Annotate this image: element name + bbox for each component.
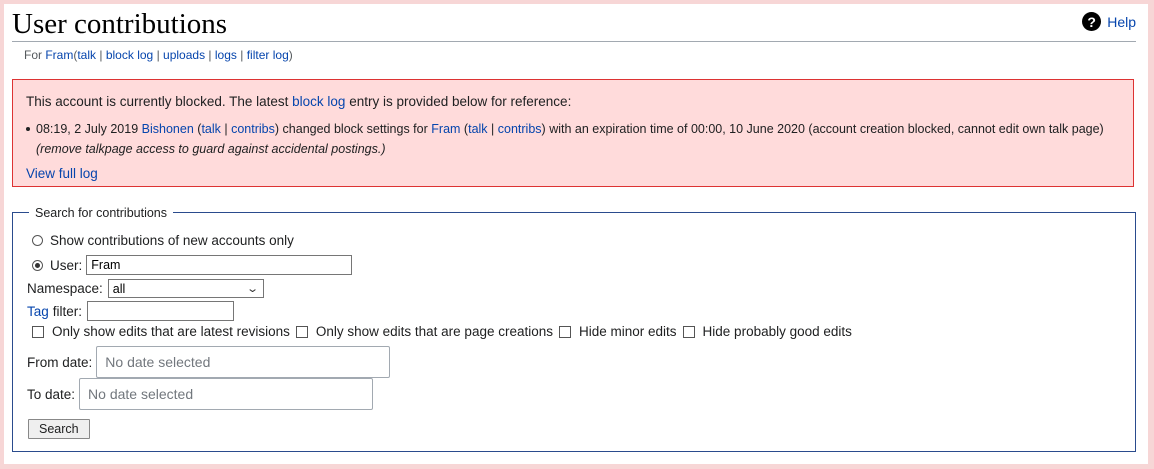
hide-good-edits-label: Hide probably good edits [702,324,852,339]
to-date-label: To date: [27,386,76,402]
target-link[interactable]: Fram [431,122,460,136]
talk-link[interactable]: talk [77,48,96,62]
intro-text: This account is currently blocked. The l… [26,94,289,109]
entry-action: changed block settings for [282,122,428,136]
contributions-subtitle: For Fram(talk | block log | uploads | lo… [24,48,293,62]
separator: | [240,48,244,62]
separator: | [491,122,495,136]
namespace-selected-value: all [112,281,126,296]
entry-details: with an expiration time of 00:00, 10 Jun… [549,122,1104,136]
user-link[interactable]: Fram [45,48,73,62]
to-date-row: To date: No date selected [27,378,374,410]
actor-talk-link[interactable]: talk [201,122,220,136]
paren-close: ) [274,122,280,136]
tag-filter-row: Tag filter: [27,301,235,321]
block-notice: This account is currently blocked. The l… [12,79,1134,187]
from-date-placeholder: No date selected [105,354,211,370]
from-date-label: From date: [27,354,93,370]
actor-link[interactable]: Bishonen [142,122,194,136]
search-button[interactable]: Search [28,419,90,439]
target-talk-link[interactable]: talk [468,122,487,136]
help-label[interactable]: Help [1107,14,1136,30]
block-log-link[interactable]: block log [292,94,345,109]
separator: | [156,48,160,62]
title-divider [12,41,1136,42]
block-notice-intro: This account is currently blocked. The l… [26,92,571,112]
view-full-log-link[interactable]: View full log [26,164,98,184]
block-log-list: 08:19, 2 July 2019 Bishonen (talk | cont… [26,119,1116,159]
entry-comment: (remove talkpage access to guard against… [36,142,386,156]
target-contribs-link[interactable]: contribs [498,122,542,136]
chevron-down-icon: ⌄ [245,283,259,295]
to-date-input[interactable]: No date selected [79,378,374,410]
filter-log-link[interactable]: filter log [247,48,289,62]
from-date-input[interactable]: No date selected [96,346,391,378]
block-log-link[interactable]: block log [106,48,153,62]
block-log-entry: 08:19, 2 July 2019 Bishonen (talk | cont… [26,119,1116,159]
hide-good-edits-checkbox[interactable] [682,325,695,338]
page-creations-checkbox[interactable] [295,325,308,338]
question-circle-icon[interactable]: ? [1082,12,1102,31]
from-date-row: From date: No date selected [27,346,391,378]
hide-minor-edits-checkbox[interactable] [559,325,571,338]
paren-close: ) [541,122,546,136]
latest-revisions-checkbox[interactable] [32,325,44,338]
page-creations-label: Only show edits that are page creations [315,324,553,339]
page-title: User contributions [12,8,228,40]
new-accounts-label: Show contributions of new accounts only [50,233,294,248]
subtitle-prefix: For [24,48,42,62]
uploads-link[interactable]: uploads [163,48,205,62]
tag-link[interactable]: Tag [27,304,49,319]
hide-minor-edits-label: Hide minor edits [579,324,677,339]
entry-timestamp: 08:19, 2 July 2019 [36,122,139,136]
user-input[interactable] [86,255,353,275]
intro-text: entry is provided below for reference: [349,94,572,109]
tag-filter-input[interactable] [87,301,235,321]
separator: | [224,122,228,136]
new-accounts-radio-row[interactable]: Show contributions of new accounts only [32,233,294,248]
form-legend: Search for contributions [29,204,174,222]
separator: | [99,48,103,62]
latest-revisions-label: Only show edits that are latest revision… [52,324,290,339]
namespace-select[interactable]: all ⌄ [107,279,264,298]
separator: | [208,48,212,62]
namespace-row: Namespace: all ⌄ [27,279,264,298]
to-date-placeholder: No date selected [88,386,194,402]
namespace-label: Namespace: [27,281,103,296]
filter-checkboxes-row: Only show edits that are latest revision… [32,324,858,339]
page: User contributions ? Help For Fram(talk … [4,4,1148,464]
user-radio-row[interactable]: User: [32,255,353,275]
paren-close: ) [288,48,293,62]
user-label: User: [50,257,83,273]
logs-link[interactable]: logs [215,48,237,62]
search-contributions-form: Search for contributions Show contributi… [12,204,1136,452]
new-accounts-radio[interactable] [32,235,43,246]
actor-contribs-link[interactable]: contribs [231,122,275,136]
user-radio[interactable] [32,259,43,271]
help-link[interactable]: ? Help [1082,12,1136,31]
tag-filter-label: filter: [52,303,83,319]
